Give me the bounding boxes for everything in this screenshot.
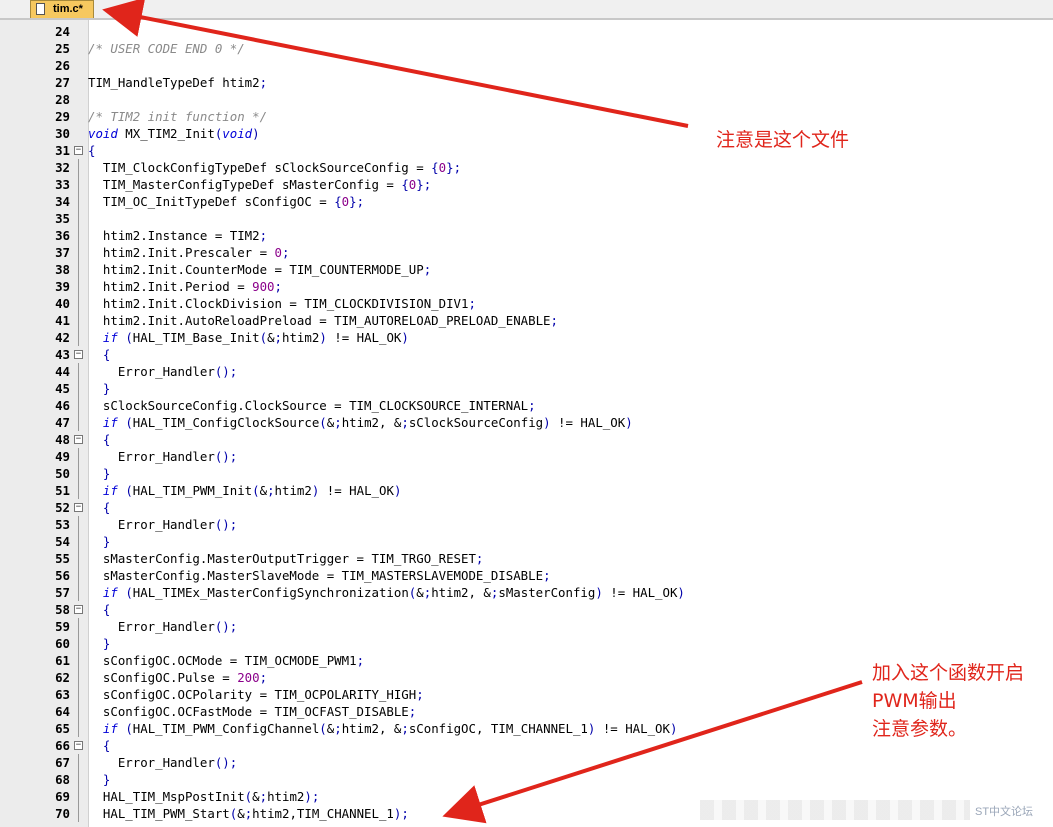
- annotation-file-note: 注意是这个文件: [716, 129, 850, 151]
- blurred-text: [700, 800, 970, 820]
- annotation-func-note-2: PWM输出: [872, 690, 957, 712]
- annotation-func-note-1: 加入这个函数开启: [872, 662, 1025, 684]
- arrow-to-pwm-start: [442, 680, 863, 824]
- annotation-func-note-3: 注意参数。: [872, 718, 968, 740]
- arrow-to-tab: [102, 0, 689, 128]
- watermark: ST中文论坛: [975, 806, 1034, 818]
